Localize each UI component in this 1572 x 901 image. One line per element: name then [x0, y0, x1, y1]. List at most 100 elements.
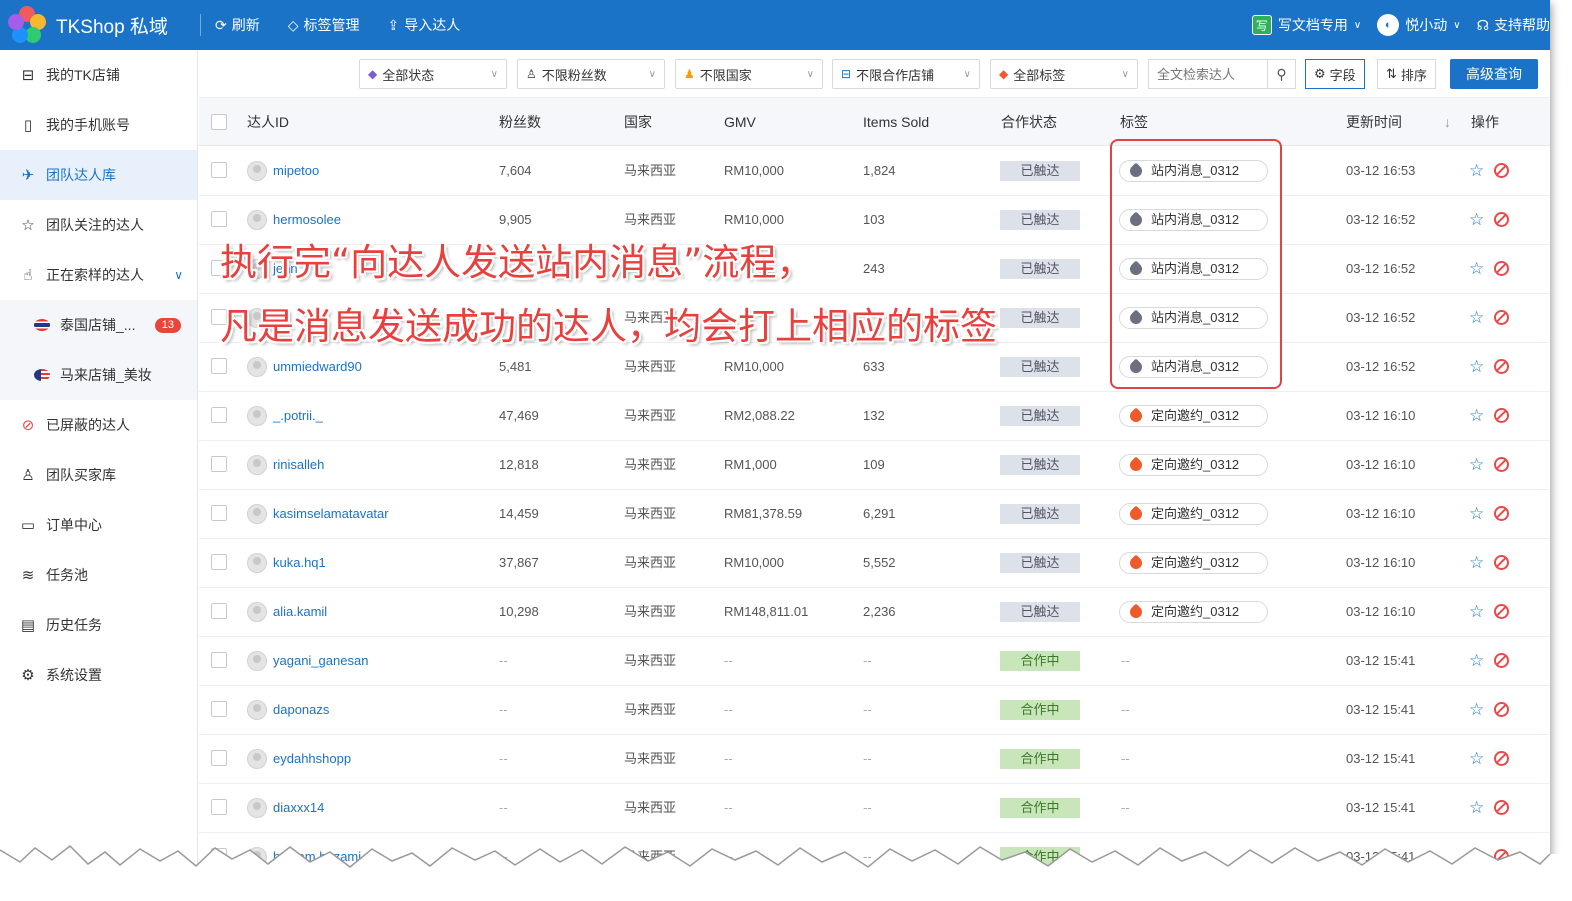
star-icon[interactable]: ☆: [1469, 245, 1484, 293]
refresh-button[interactable]: ⟳ 刷新: [215, 15, 260, 35]
creator-id-link[interactable]: kuka.hq1: [273, 539, 326, 587]
table-row[interactable]: _.potrii._ 47,469 马来西亚 RM2,088.22 132 已触达 定向邀约…: [199, 392, 1550, 441]
table-row[interactable]: daponazs -- 马来西亚 -- -- 合作中 -- 03-12 15:41 ☆: [199, 686, 1550, 735]
block-icon[interactable]: [1494, 751, 1509, 766]
status-filter-select[interactable]: ◆ 全部状态 ∨: [359, 59, 507, 89]
creator-id-link[interactable]: mipetoo: [273, 147, 319, 195]
block-icon[interactable]: [1494, 212, 1509, 227]
table-row[interactable]: eydahhshopp -- 马来西亚 -- -- 合作中 -- 03-12 15:41 ☆: [199, 735, 1550, 784]
creator-id-link[interactable]: _.potrii._: [273, 392, 323, 440]
star-icon[interactable]: ☆: [1469, 637, 1484, 685]
doc-menu[interactable]: 写写文档专用 ∨: [1251, 15, 1361, 35]
tag-manage-button[interactable]: ◇ 标签管理: [288, 15, 360, 35]
tag-chip[interactable]: 定向邀约_0312: [1119, 405, 1268, 427]
sidebar-item-blocked-creators[interactable]: ⊘ 已屏蔽的达人: [0, 400, 197, 450]
col-header-country[interactable]: 国家: [624, 98, 652, 146]
row-checkbox[interactable]: [211, 603, 227, 619]
shop-filter-select[interactable]: ⊟ 不限合作店铺 ∨: [832, 59, 980, 89]
tag-chip[interactable]: 定向邀约_0312: [1119, 552, 1268, 574]
star-icon[interactable]: ☆: [1469, 588, 1484, 636]
star-icon[interactable]: ☆: [1469, 441, 1484, 489]
sidebar-item-thailand-shop[interactable]: 泰国店铺_... 13: [0, 300, 197, 350]
sidebar-item-team-creators[interactable]: ✈ 团队达人库: [0, 150, 197, 200]
table-row[interactable]: ummiedward90 5,481 马来西亚 RM10,000 633 已触达 站内消息_…: [199, 343, 1550, 392]
sidebar-item-sampling-creators[interactable]: ☝ 正在索样的达人 ∨: [0, 250, 197, 300]
block-icon[interactable]: [1494, 555, 1509, 570]
tags-filter-select[interactable]: ◆ 全部标签 ∨: [990, 59, 1138, 89]
sidebar-item-orders[interactable]: ▭ 订单中心: [0, 500, 197, 550]
row-checkbox[interactable]: [211, 799, 227, 815]
block-icon[interactable]: [1494, 800, 1509, 815]
row-checkbox[interactable]: [211, 456, 227, 472]
col-header-fans[interactable]: 粉丝数: [499, 98, 541, 146]
creator-id-link[interactable]: yagani_ganesan: [273, 637, 368, 685]
star-icon[interactable]: ☆: [1469, 196, 1484, 244]
block-icon[interactable]: [1494, 261, 1509, 276]
table-row[interactable]: yagani_ganesan -- 马来西亚 -- -- 合作中 -- 03-12 15:41…: [199, 637, 1550, 686]
star-icon[interactable]: ☆: [1469, 735, 1484, 783]
star-icon[interactable]: ☆: [1469, 686, 1484, 734]
row-checkbox[interactable]: [211, 505, 227, 521]
block-icon[interactable]: [1494, 702, 1509, 717]
sidebar-item-followed-creators[interactable]: ☆ 团队关注的达人: [0, 200, 197, 250]
table-row[interactable]: alia.kamil 10,298 马来西亚 RM148,811.01 2,236 已触达…: [199, 588, 1550, 637]
table-row[interactable]: kasimselamatavatar 14,459 马来西亚 RM81,378.59 6…: [199, 490, 1550, 539]
tag-chip[interactable]: 定向邀约_0312: [1119, 454, 1268, 476]
col-header-id[interactable]: 达人ID: [247, 98, 289, 146]
star-icon[interactable]: ☆: [1469, 294, 1484, 342]
sidebar-item-my-tk-shop[interactable]: ⊟ 我的TK店铺: [0, 50, 197, 100]
tag-chip[interactable]: 定向邀约_0312: [1119, 601, 1268, 623]
row-checkbox[interactable]: [211, 750, 227, 766]
col-header-gmv[interactable]: GMV: [724, 98, 756, 146]
table-row[interactable]: rinisalleh 12,818 马来西亚 RM1,000 109 已触达 定向邀约_03…: [199, 441, 1550, 490]
block-icon[interactable]: [1494, 408, 1509, 423]
country-filter-select[interactable]: ♟ 不限国家 ∨: [675, 59, 823, 89]
sidebar-item-task-pool[interactable]: ≋ 任务池: [0, 550, 197, 600]
creator-id-link[interactable]: rinisalleh: [273, 441, 324, 489]
row-checkbox[interactable]: [211, 701, 227, 717]
block-icon[interactable]: [1494, 310, 1509, 325]
sidebar-item-settings[interactable]: ⚙ 系统设置: [0, 650, 197, 700]
creator-id-link[interactable]: ummiedward90: [273, 343, 362, 391]
block-icon[interactable]: [1494, 604, 1509, 619]
help-button[interactable]: ☊ 支持帮助: [1477, 15, 1550, 35]
sidebar-item-buyers[interactable]: ♙ 团队买家库: [0, 450, 197, 500]
sidebar-item-phone-accounts[interactable]: ▯ 我的手机账号: [0, 100, 197, 150]
tag-chip[interactable]: 定向邀约_0312: [1119, 503, 1268, 525]
star-icon[interactable]: ☆: [1469, 539, 1484, 587]
creator-id-link[interactable]: eydahhshopp: [273, 735, 351, 783]
creator-id-link[interactable]: diaxxx14: [273, 784, 324, 832]
star-icon[interactable]: ☆: [1469, 147, 1484, 195]
sidebar-item-malaysia-shop[interactable]: 马来店铺_美妆: [0, 350, 197, 400]
fields-button[interactable]: ⚙ 字段: [1305, 59, 1365, 89]
row-checkbox[interactable]: [211, 358, 227, 374]
star-icon[interactable]: ☆: [1469, 490, 1484, 538]
col-header-status[interactable]: 合作状态: [1001, 98, 1057, 146]
block-icon[interactable]: [1494, 653, 1509, 668]
creator-id-link[interactable]: kasimselamatavatar: [273, 490, 389, 538]
advanced-search-button[interactable]: 高级查询: [1450, 59, 1538, 89]
creator-id-link[interactable]: daponazs: [273, 686, 329, 734]
import-button[interactable]: ⇪ 导入达人: [388, 15, 461, 35]
select-all-checkbox[interactable]: [211, 114, 227, 130]
row-checkbox[interactable]: [211, 407, 227, 423]
table-row[interactable]: kuka.hq1 37,867 马来西亚 RM10,000 5,552 已触达 定向邀约_0…: [199, 539, 1550, 588]
star-icon[interactable]: ☆: [1469, 343, 1484, 391]
creator-id-link[interactable]: alia.kamil: [273, 588, 327, 636]
table-row[interactable]: mipetoo 7,604 马来西亚 RM10,000 1,824 已触达 站内消息_031…: [199, 147, 1550, 196]
user-menu[interactable]: ◐ 悦小动 ∨: [1377, 14, 1461, 36]
row-checkbox[interactable]: [211, 162, 227, 178]
star-icon[interactable]: ☆: [1469, 392, 1484, 440]
row-checkbox[interactable]: [211, 211, 227, 227]
search-icon[interactable]: ⚲: [1267, 60, 1295, 88]
row-checkbox[interactable]: [211, 652, 227, 668]
sidebar-item-task-history[interactable]: ▤ 历史任务: [0, 600, 197, 650]
col-header-items-sold[interactable]: Items Sold: [863, 98, 929, 146]
block-icon[interactable]: [1494, 506, 1509, 521]
fans-filter-select[interactable]: ♙ 不限粉丝数 ∨: [517, 59, 665, 89]
block-icon[interactable]: [1494, 457, 1509, 472]
table-row[interactable]: diaxxx14 -- 马来西亚 -- -- 合作中 -- 03-12 15:41 ☆: [199, 784, 1550, 833]
row-checkbox[interactable]: [211, 554, 227, 570]
sort-button[interactable]: ⇅ 排序: [1377, 59, 1436, 89]
block-icon[interactable]: [1494, 163, 1509, 178]
